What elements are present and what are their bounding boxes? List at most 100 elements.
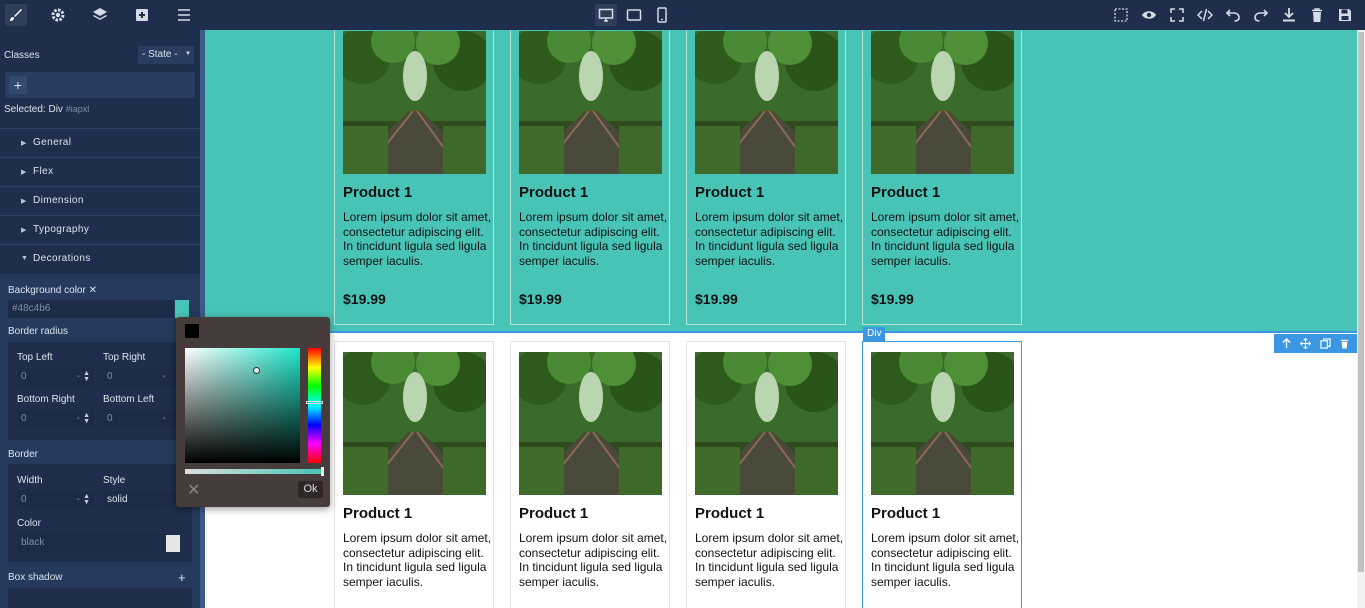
section-general[interactable]: ▶ General <box>0 128 200 157</box>
redo-icon[interactable] <box>1250 4 1272 26</box>
hue-slider[interactable] <box>308 348 321 463</box>
caret-right-icon: ▶ <box>21 140 27 147</box>
border-width-value: 0 <box>21 494 27 505</box>
component-toolbar <box>1274 334 1357 353</box>
railway-photo <box>343 352 486 495</box>
saturation-value-area[interactable] <box>185 348 300 463</box>
bottom-left-label: Bottom Left <box>103 394 155 405</box>
tablet-icon[interactable] <box>623 4 645 26</box>
alpha-handle[interactable] <box>321 467 324 476</box>
bg-color-input[interactable]: #48c4b6 <box>8 300 174 318</box>
section-decorations[interactable]: ▼ Decorations <box>0 244 200 273</box>
eye-icon[interactable] <box>1138 4 1160 26</box>
unit-select[interactable]: - <box>77 371 80 382</box>
product-card[interactable]: Product 1 Lorem ipsum dolor sit amet, co… <box>686 30 846 325</box>
fullscreen-icon[interactable] <box>1166 4 1188 26</box>
canvas-scrollbar[interactable] <box>1357 30 1365 608</box>
section-flex-label: Flex <box>33 166 54 177</box>
alpha-slider[interactable] <box>185 469 321 474</box>
color-picker-popup: ✕ Ok <box>176 317 330 507</box>
stepper-icon[interactable]: ▲ ▼ <box>83 370 90 383</box>
current-color-swatch <box>185 324 199 338</box>
top-toolbar <box>0 0 1365 30</box>
stepper-icon[interactable]: ▲ ▼ <box>83 412 90 425</box>
product-card[interactable]: Product 1 Lorem ipsum dolor sit amet, co… <box>862 30 1022 325</box>
product-card[interactable]: Product 1 Lorem ipsum dolor sit amet, co… <box>686 341 846 608</box>
product-price: $19.99 <box>343 291 386 307</box>
box-shadow-list <box>8 588 192 608</box>
product-card[interactable]: Product 1 Lorem ipsum dolor sit amet, co… <box>510 341 670 608</box>
section-dimension[interactable]: ▶ Dimension <box>0 186 200 215</box>
plus-square-icon[interactable] <box>131 4 153 26</box>
trash-icon[interactable] <box>1306 4 1328 26</box>
border-width-input[interactable]: 0 - ▲ ▼ <box>17 491 94 509</box>
section-flex[interactable]: ▶ Flex <box>0 157 200 186</box>
style-manager-panel: Classes - State - ▼ + Selected: Div #iap… <box>0 30 205 608</box>
color-label: Color <box>17 518 41 529</box>
product-description: Lorem ipsum dolor sit amet, consectetur … <box>871 531 1020 589</box>
border-radius-group: Top Left Top Right 0 - ▲ ▼ 0 - Bottom Rig… <box>8 342 192 440</box>
state-select[interactable]: - State - ▼ <box>138 46 194 64</box>
border-color-input[interactable]: black <box>17 534 165 552</box>
add-box-shadow-button[interactable]: + <box>178 570 186 585</box>
mobile-icon[interactable] <box>651 4 673 26</box>
desktop-icon[interactable] <box>595 4 617 26</box>
section-dimension-label: Dimension <box>33 195 84 206</box>
railway-photo <box>695 352 838 495</box>
product-card[interactable]: Product 1 Lorem ipsum dolor sit amet, co… <box>334 341 494 608</box>
color-handle[interactable] <box>253 367 260 374</box>
hue-handle[interactable] <box>306 401 323 404</box>
unit-select[interactable]: - <box>163 371 166 382</box>
border-style-select[interactable]: solid <box>103 491 180 509</box>
ok-button[interactable]: Ok <box>298 481 323 498</box>
product-title: Product 1 <box>695 184 765 201</box>
caret-right-icon: ▶ <box>21 198 27 205</box>
download-icon[interactable] <box>1278 4 1300 26</box>
product-price: $19.99 <box>519 291 562 307</box>
add-class-button[interactable]: + <box>9 76 27 94</box>
unit-select[interactable]: - <box>163 413 166 424</box>
border-color-swatch[interactable] <box>166 535 180 552</box>
canvas-scrollbar-thumb[interactable] <box>1358 32 1364 572</box>
product-image <box>343 352 486 495</box>
product-image <box>695 31 838 174</box>
state-select-label: - State - <box>142 49 178 60</box>
brush-icon[interactable] <box>5 4 27 26</box>
delete-icon[interactable] <box>1339 338 1350 349</box>
product-card[interactable]: Product 1 Lorem ipsum dolor sit amet, co… <box>862 341 1022 608</box>
selected-id: #iapxl <box>65 104 90 114</box>
border-group: Width Style 0 - ▲ ▼ solid Color black <box>8 464 192 562</box>
top-right-input[interactable]: 0 - <box>103 368 180 386</box>
stepper-icon[interactable]: ▲ ▼ <box>83 493 90 506</box>
bg-color-swatch[interactable] <box>175 300 189 318</box>
bottom-right-input[interactable]: 0 - ▲ ▼ <box>17 410 94 428</box>
editor-canvas[interactable]: Product 1 Lorem ipsum dolor sit amet, co… <box>205 30 1357 608</box>
caret-right-icon: ▶ <box>21 227 27 234</box>
product-description: Lorem ipsum dolor sit amet, consectetur … <box>343 531 492 589</box>
product-card[interactable]: Product 1 Lorem ipsum dolor sit amet, co… <box>334 30 494 325</box>
top-left-input[interactable]: 0 - ▲ ▼ <box>17 368 94 386</box>
section-typography[interactable]: ▶ Typography <box>0 215 200 244</box>
menu-icon[interactable] <box>173 4 195 26</box>
product-description: Lorem ipsum dolor sit amet, consectetur … <box>695 210 844 268</box>
undo-icon[interactable] <box>1222 4 1244 26</box>
unit-select[interactable]: - <box>77 413 80 424</box>
gear-icon[interactable] <box>47 4 69 26</box>
selection-outline <box>205 331 1357 333</box>
product-description: Lorem ipsum dolor sit amet, consectetur … <box>519 210 668 268</box>
save-icon[interactable] <box>1334 4 1356 26</box>
clear-icon[interactable]: ✕ <box>89 285 97 296</box>
select-outline-icon[interactable] <box>1110 4 1132 26</box>
bottom-left-input[interactable]: 0 - <box>103 410 180 428</box>
arrow-up-icon[interactable] <box>1281 338 1292 349</box>
product-price: $19.99 <box>871 291 914 307</box>
close-icon[interactable]: ✕ <box>187 483 200 499</box>
product-card[interactable]: Product 1 Lorem ipsum dolor sit amet, co… <box>510 30 670 325</box>
clone-icon[interactable] <box>1319 338 1331 349</box>
section-general-label: General <box>33 137 72 148</box>
move-icon[interactable] <box>1300 338 1312 349</box>
code-icon[interactable] <box>1194 4 1216 26</box>
unit-select[interactable]: - <box>77 494 80 505</box>
layers-icon[interactable] <box>89 4 111 26</box>
selected-name: Div <box>48 104 63 115</box>
